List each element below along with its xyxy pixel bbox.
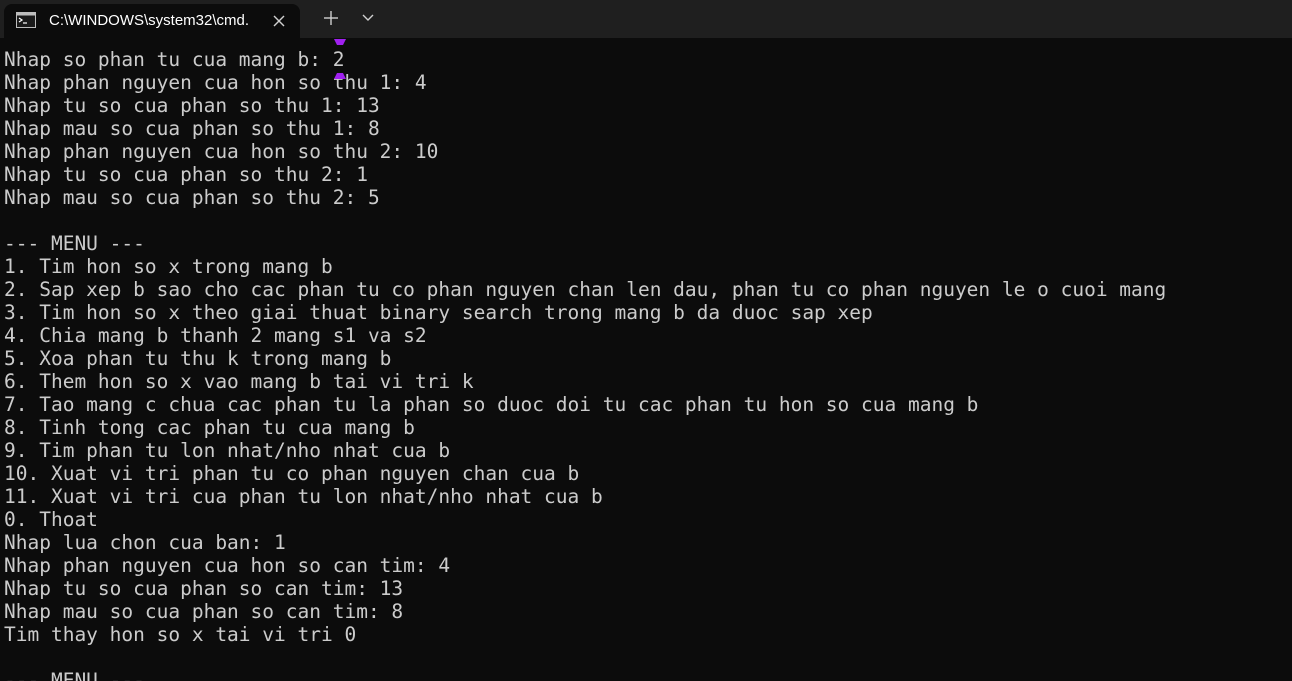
console-output[interactable]: Nhap so phan tu cua mang b: 2 Nhap phan n… (0, 38, 1292, 681)
console-line: Nhap mau so cua phan so can tim: 8 (4, 600, 404, 623)
console-line: 7. Tao mang c chua cac phan tu la phan s… (4, 393, 979, 416)
marker-icon (334, 39, 346, 45)
tab-cmd[interactable]: C:\WINDOWS\system32\cmd. (4, 4, 300, 38)
close-icon[interactable] (268, 10, 290, 32)
console-line: 4. Chia mang b thanh 2 mang s1 va s2 (4, 324, 427, 347)
terminal-window: C:\WINDOWS\system32\cmd. Nhap so phan tu… (0, 0, 1292, 681)
console-line: 10. Xuat vi tri phan tu co phan nguyen c… (4, 462, 580, 485)
console-lines: Nhap so phan tu cua mang b: 2 Nhap phan n… (4, 48, 1166, 681)
console-line: Nhap so phan tu cua mang b: 2 (4, 48, 345, 71)
console-line: Nhap mau so cua phan so thu 1: 8 (4, 117, 380, 140)
console-line: 6. Them hon so x vao mang b tai vi tri k (4, 370, 474, 393)
tab-title: C:\WINDOWS\system32\cmd. (49, 12, 250, 29)
console-line: --- MENU --- (4, 669, 145, 681)
title-bar: C:\WINDOWS\system32\cmd. (0, 0, 1292, 38)
plus-icon[interactable] (316, 4, 346, 32)
console-line: 1. Tim hon so x trong mang b (4, 255, 333, 278)
console-line: --- MENU --- (4, 232, 145, 255)
console-line: Nhap lua chon cua ban: 1 (4, 531, 286, 554)
console-line: 3. Tim hon so x theo giai thuat binary s… (4, 301, 873, 324)
console-line: Nhap tu so cua phan so thu 2: 1 (4, 163, 368, 186)
console-line: 9. Tim phan tu lon nhat/nho nhat cua b (4, 439, 451, 462)
console-line: 5. Xoa phan tu thu k trong mang b (4, 347, 392, 370)
console-line: 2. Sap xep b sao cho cac phan tu co phan… (4, 278, 1167, 301)
console-line: Nhap phan nguyen cua hon so thu 2: 10 (4, 140, 439, 163)
console-line: 8. Tinh tong cac phan tu cua mang b (4, 416, 415, 439)
console-line: Tim thay hon so x tai vi tri 0 (4, 623, 357, 646)
marker-icon (334, 73, 346, 79)
chevron-down-icon[interactable] (354, 4, 382, 32)
console-line: Nhap phan nguyen cua hon so thu 1: 4 (4, 71, 427, 94)
console-line: 0. Thoat (4, 508, 98, 531)
console-line: Nhap mau so cua phan so thu 2: 5 (4, 186, 380, 209)
console-line: Nhap tu so cua phan so thu 1: 13 (4, 94, 380, 117)
cmd-icon (16, 12, 36, 28)
console-line: Nhap phan nguyen cua hon so can tim: 4 (4, 554, 451, 577)
console-line: Nhap tu so cua phan so can tim: 13 (4, 577, 404, 600)
console-line: 11. Xuat vi tri cua phan tu lon nhat/nho… (4, 485, 603, 508)
